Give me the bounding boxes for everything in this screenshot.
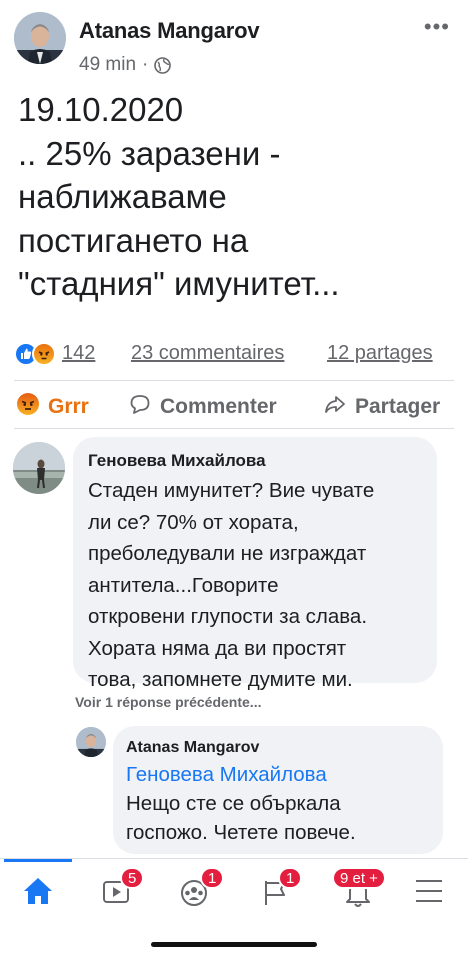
post-time[interactable]: 49 min xyxy=(79,54,136,76)
post-header: Atanas Mangarov 49 min · ••• xyxy=(0,0,468,86)
bell-icon xyxy=(338,882,378,913)
bottom-tab-bar: 5 1 1 9 et + xyxy=(0,858,468,920)
post-text-line: 19.10.2020 xyxy=(18,91,184,128)
meta-separator: · xyxy=(142,54,149,75)
author-avatar[interactable] xyxy=(14,12,66,64)
comment-label: Commenter xyxy=(160,395,277,418)
tab-menu[interactable] xyxy=(412,873,452,909)
flag-icon xyxy=(258,881,298,913)
reply-author-avatar[interactable] xyxy=(76,727,106,757)
hamburger-menu-icon xyxy=(412,880,452,913)
watch-badge: 5 xyxy=(120,867,145,889)
globe-icon xyxy=(154,56,172,74)
reply-mention-link[interactable]: Геновева Михайлова xyxy=(126,760,430,789)
tab-pages[interactable]: 1 xyxy=(258,867,303,909)
tab-notifications[interactable]: 9 et + xyxy=(332,867,386,909)
comments-count-link[interactable]: 23 commentaires xyxy=(131,342,284,365)
comment-button[interactable]: Commenter xyxy=(128,392,277,422)
divider xyxy=(14,428,454,429)
author-name[interactable]: Atanas Mangarov xyxy=(79,18,260,44)
post-action-bar: Grrr Commenter Partager xyxy=(0,386,468,426)
reply-text: Нещо сте се объркала госпожо. Четете пов… xyxy=(126,789,430,847)
active-tab-indicator xyxy=(4,859,72,862)
commenter-avatar[interactable] xyxy=(13,442,65,494)
reaction-count[interactable]: 142 xyxy=(62,342,95,365)
comment-author[interactable]: Геновева Михайлова xyxy=(88,451,422,471)
reactions-summary: 142 23 commentaires 12 partages xyxy=(0,334,468,374)
share-button[interactable]: Partager xyxy=(323,392,440,422)
post-text-line: постигането на xyxy=(18,221,249,259)
reply-bubble[interactable]: Atanas Mangarov Геновева Михайлова Нещо … xyxy=(113,726,443,854)
comment-text-line: това, запомнете думите ми. xyxy=(88,668,353,691)
home-icon xyxy=(18,878,58,913)
post-text: 19.10.2020 .. 25% заразени - наближаваме… xyxy=(18,88,458,306)
home-indicator xyxy=(151,942,317,947)
tab-home[interactable] xyxy=(18,873,58,909)
angry-face-icon xyxy=(16,392,40,422)
angry-reaction-icon xyxy=(32,342,56,366)
speech-bubble-icon xyxy=(128,392,152,422)
groups-badge: 1 xyxy=(200,867,225,889)
shares-count-link[interactable]: 12 partages xyxy=(327,342,433,365)
share-arrow-icon xyxy=(323,392,347,422)
reply-text-line: Нещо сте се объркала xyxy=(126,792,341,815)
post-text-line: наближаваме xyxy=(18,178,227,215)
tab-groups[interactable]: 1 xyxy=(176,867,225,909)
video-icon xyxy=(98,881,138,913)
notifications-badge: 9 et + xyxy=(332,867,386,889)
post-meta: 49 min · xyxy=(79,54,172,76)
comment-text: Стаден имунитет? Вие чувате ли се? 70% о… xyxy=(88,475,422,696)
comment-text-line: преболедували не изграждат xyxy=(88,542,367,565)
reaction-label: Grrr xyxy=(48,395,89,418)
view-previous-replies-link[interactable]: Voir 1 réponse précédente... xyxy=(75,694,261,710)
post-text-line: "стадния" имунитет... xyxy=(18,265,340,302)
more-options-icon[interactable]: ••• xyxy=(424,16,450,38)
reply-author[interactable]: Atanas Mangarov xyxy=(126,739,430,757)
reaction-icons[interactable] xyxy=(14,342,60,366)
comment-text-line: откровени глупости за слава. xyxy=(88,605,368,628)
comment-text-line: ли се? 70% от хората, xyxy=(88,510,299,534)
reply-text-line: госпожо. Четете повече. xyxy=(126,821,356,844)
groups-icon xyxy=(176,880,216,913)
tab-watch[interactable]: 5 xyxy=(98,867,145,909)
post-text-line: .. 25% заразени - xyxy=(18,134,281,172)
divider xyxy=(14,380,454,381)
share-label: Partager xyxy=(355,395,441,418)
comment-bubble[interactable]: Геновева Михайлова Стаден имунитет? Вие … xyxy=(73,437,437,691)
comment-text-line: Хората няма да ви простят xyxy=(88,636,347,660)
reaction-button[interactable]: Grrr xyxy=(16,392,89,422)
pages-badge: 1 xyxy=(278,867,303,889)
comment-text-line: антитела...Говорите xyxy=(88,573,279,597)
comment-text-line: Стаден имунитет? Вие чувате xyxy=(88,479,375,502)
